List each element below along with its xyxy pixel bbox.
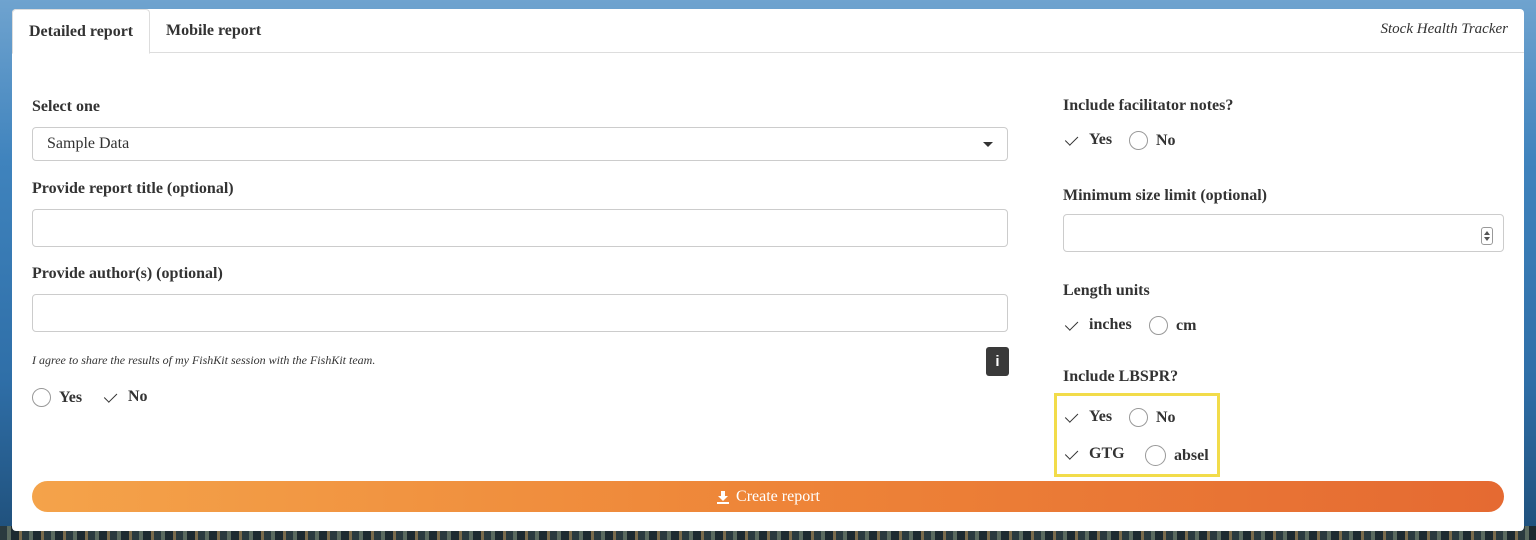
stepper-up-icon — [1484, 231, 1490, 235]
lbspr-label: Include LBSPR? — [1063, 368, 1179, 385]
select-label: Select one — [32, 98, 100, 115]
units-inches-option[interactable]: inches — [1064, 316, 1132, 334]
tab-bar: Detailed report Mobile report Stock Heal… — [12, 9, 1524, 54]
length-units-label: Length units — [1063, 282, 1150, 299]
chevron-down-icon — [983, 141, 993, 147]
consent-yes-radio[interactable] — [32, 388, 51, 407]
authors-label: Provide author(s) (optional) — [32, 265, 223, 282]
consent-text: I agree to share the results of my FishK… — [32, 353, 376, 367]
checkmark-icon — [1064, 131, 1079, 146]
report-title-label: Provide report title (optional) — [32, 180, 234, 197]
consent-yes-label: Yes — [59, 388, 83, 406]
min-size-label: Minimum size limit (optional) — [1063, 187, 1267, 204]
checkmark-icon — [1064, 445, 1079, 460]
lbspr-yes-option[interactable]: Yes — [1064, 408, 1113, 426]
model-gtg-option[interactable]: GTG — [1064, 445, 1125, 463]
min-size-input[interactable] — [1063, 214, 1504, 252]
units-cm-option[interactable]: cm — [1149, 316, 1196, 335]
checkmark-icon — [1064, 316, 1079, 331]
notes-no-radio[interactable] — [1129, 131, 1148, 150]
model-absel-label: absel — [1174, 446, 1209, 464]
authors-input[interactable] — [32, 294, 1008, 332]
number-stepper-icon[interactable] — [1481, 227, 1493, 245]
app-title: Stock Health Tracker — [1380, 21, 1508, 37]
notes-no-option[interactable]: No — [1129, 131, 1176, 150]
consent-no-label: No — [128, 388, 148, 405]
tab-mobile-report[interactable]: Mobile report — [150, 9, 277, 53]
report-title-input[interactable] — [32, 209, 1008, 247]
data-select[interactable]: Sample Data — [32, 127, 1008, 161]
info-icon[interactable]: i — [986, 347, 1009, 376]
checkmark-icon — [1064, 408, 1079, 423]
lbspr-no-radio[interactable] — [1129, 408, 1148, 427]
units-cm-label: cm — [1176, 316, 1197, 334]
lbspr-no-option[interactable]: No — [1129, 408, 1176, 427]
consent-no-option[interactable]: No — [103, 388, 148, 406]
lbspr-no-label: No — [1156, 408, 1176, 426]
consent-yes-option[interactable]: Yes — [32, 388, 82, 407]
facilitator-notes-label: Include facilitator notes? — [1063, 97, 1234, 114]
tab-detailed-report[interactable]: Detailed report — [12, 9, 151, 54]
model-absel-radio[interactable] — [1145, 445, 1166, 466]
create-report-button[interactable]: Create report — [32, 481, 1504, 512]
create-report-label: Create report — [736, 487, 820, 505]
model-gtg-label: GTG — [1089, 445, 1125, 462]
notes-yes-option[interactable]: Yes — [1064, 131, 1113, 149]
units-inches-label: inches — [1089, 316, 1132, 333]
stepper-down-icon — [1484, 237, 1490, 241]
units-cm-radio[interactable] — [1149, 316, 1168, 335]
data-select-value: Sample Data — [47, 135, 130, 152]
notes-no-label: No — [1156, 131, 1176, 149]
notes-yes-label: Yes — [1089, 131, 1113, 148]
lbspr-yes-label: Yes — [1089, 408, 1113, 425]
checkmark-icon — [103, 388, 118, 403]
main-panel: Detailed report Mobile report Stock Heal… — [12, 9, 1524, 531]
download-icon — [717, 490, 730, 504]
model-absel-option[interactable]: absel — [1145, 445, 1209, 466]
